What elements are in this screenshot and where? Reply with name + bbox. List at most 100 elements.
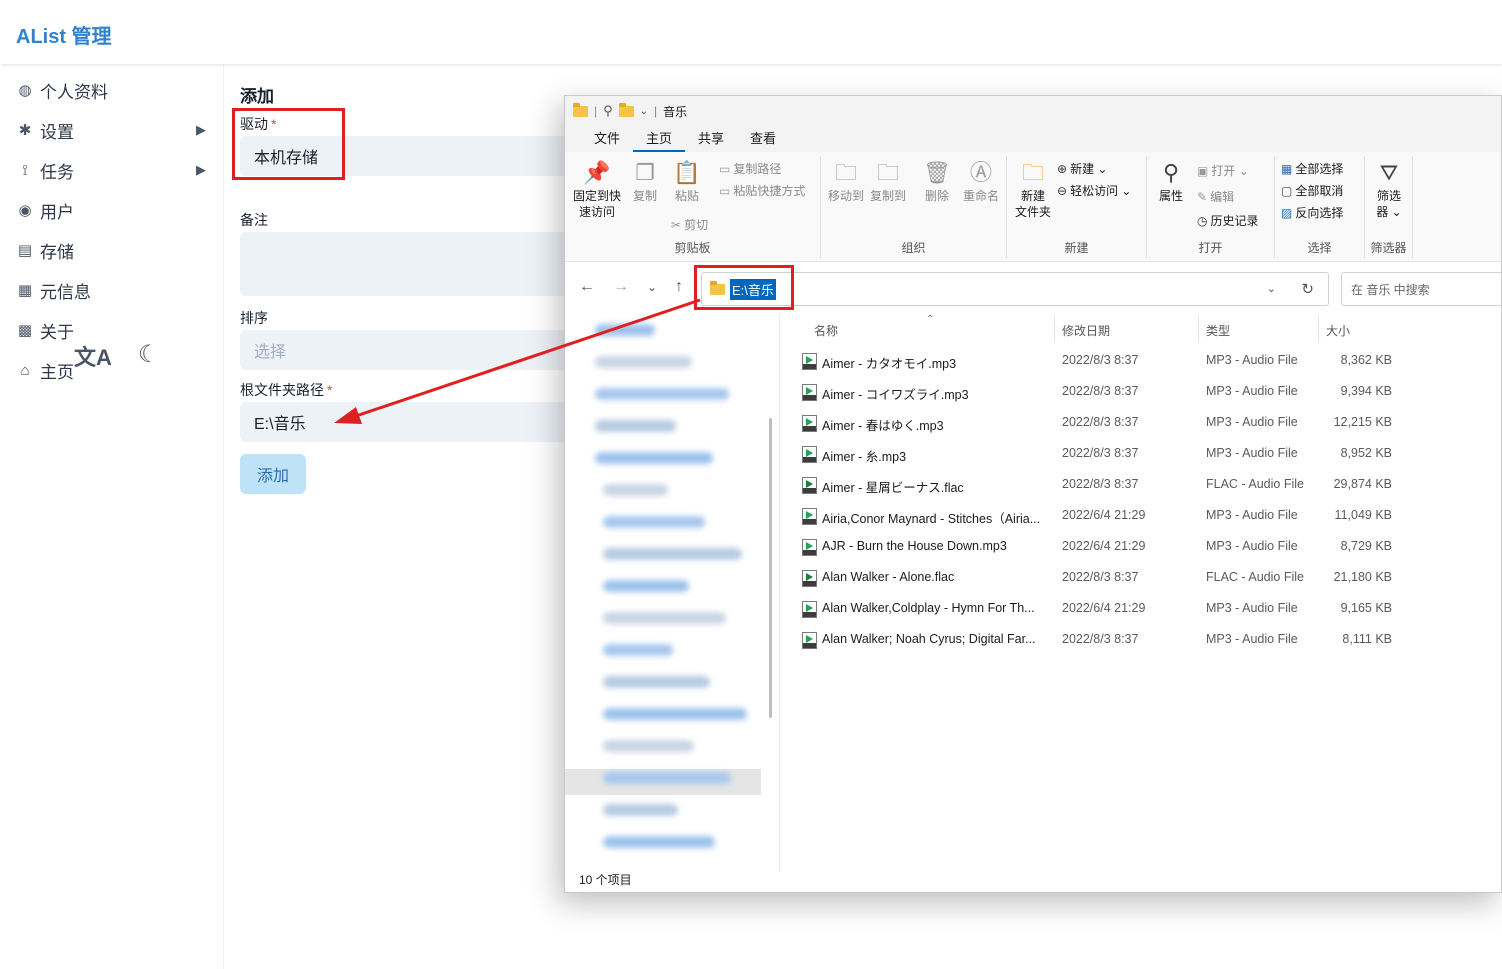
- navigation-item[interactable]: [595, 388, 729, 400]
- invert-selection-button[interactable]: ▨ 反向选择: [1281, 204, 1343, 221]
- ribbon-tab-2[interactable]: 共享: [685, 126, 737, 152]
- rename-icon: Ⓐ: [969, 160, 992, 185]
- expand-arrow-icon[interactable]: ▶: [196, 162, 206, 178]
- root-path-input[interactable]: E:\音乐: [240, 402, 580, 442]
- order-input[interactable]: 选择: [240, 330, 580, 370]
- column-date[interactable]: 修改日期: [1062, 322, 1110, 339]
- pin-quick-access-button[interactable]: 📌 固定到快 速访问: [571, 158, 623, 220]
- cut-button[interactable]: ✂ 剪切: [671, 216, 708, 233]
- navigation-item[interactable]: [603, 548, 742, 560]
- column-separator[interactable]: [1054, 316, 1055, 342]
- select-none-button[interactable]: ▢ 全部取消: [1281, 182, 1343, 199]
- column-separator[interactable]: [1318, 316, 1319, 342]
- navigation-item[interactable]: [595, 356, 692, 368]
- expand-arrow-icon[interactable]: ▶: [196, 122, 206, 138]
- delete-button[interactable]: 🗑 删除: [917, 158, 957, 204]
- annotation-box-driver: [232, 108, 345, 180]
- sidebar-item-gear[interactable]: ✱ 设置 ▶: [16, 115, 212, 145]
- navigation-item[interactable]: [595, 452, 713, 464]
- move-to-button[interactable]: 🗀 移动到: [825, 158, 867, 204]
- address-input[interactable]: E:\音乐 ⌄ ↻: [701, 272, 1329, 306]
- navigation-pane[interactable]: [565, 314, 773, 872]
- navigation-item[interactable]: [603, 516, 705, 528]
- back-icon[interactable]: ←: [579, 278, 595, 296]
- fingerprint-icon: ◍: [18, 82, 32, 99]
- properties-quick-icon[interactable]: ⚲: [603, 103, 613, 119]
- recent-locations-icon[interactable]: ⌄: [647, 280, 657, 294]
- file-row[interactable]: Aimer - カタオモイ.mp3 2022/8/3 8:37 MP3 - Audi…: [802, 350, 1502, 372]
- file-row[interactable]: Aimer - 星屑ビーナス.flac 2022/8/3 8:37 FLAC - A…: [802, 474, 1502, 496]
- address-dropdown-icon[interactable]: ⌄: [1267, 282, 1276, 295]
- file-row[interactable]: Aimer - コイワズライ.mp3 2022/8/3 8:37 MP3 - Aud…: [802, 381, 1502, 403]
- select-all-button[interactable]: ▦ 全部选择: [1281, 160, 1343, 177]
- open-button[interactable]: ▣ 打开 ⌄: [1197, 162, 1249, 179]
- file-date: 2022/6/4 21:29: [1062, 508, 1146, 522]
- paste-shortcut-button[interactable]: ▭ 粘贴快捷方式: [719, 182, 805, 199]
- copy-path-button[interactable]: ▭ 复制路径: [719, 160, 781, 177]
- search-input[interactable]: 在 音乐 中搜索: [1341, 272, 1502, 306]
- file-row[interactable]: AJR - Burn the House Down.mp3 2022/6/4 21…: [802, 536, 1502, 558]
- navigation-item[interactable]: [603, 772, 731, 784]
- translate-icon[interactable]: 文A: [74, 340, 112, 372]
- file-type: MP3 - Audio File: [1206, 415, 1298, 429]
- new-folder-button[interactable]: 🗀 新建 文件夹: [1011, 158, 1055, 220]
- mp3-file-icon: [802, 508, 817, 525]
- navigation-item[interactable]: [595, 324, 655, 336]
- sidebar-item-fingerprint[interactable]: ◍ 个人资料: [16, 75, 212, 105]
- add-button[interactable]: 添加: [240, 454, 306, 494]
- app-title[interactable]: AList 管理: [16, 20, 112, 49]
- mp3-file-icon: [802, 601, 817, 618]
- refresh-icon[interactable]: ↻: [1301, 280, 1314, 298]
- filter-button[interactable]: ⛛ 筛选 器 ⌄: [1367, 158, 1411, 220]
- sidebar-item-meta[interactable]: ▦ 元信息: [16, 275, 212, 305]
- file-row[interactable]: Alan Walker - Alone.flac 2022/8/3 8:37 FLA…: [802, 567, 1502, 589]
- easy-access-button[interactable]: ⊖ 轻松访问 ⌄: [1057, 182, 1131, 199]
- navigation-item[interactable]: [603, 612, 726, 624]
- new-folder-quick-icon[interactable]: [618, 102, 634, 117]
- ribbon-tab-3[interactable]: 查看: [737, 126, 789, 152]
- rename-button[interactable]: Ⓐ 重命名: [957, 158, 1005, 204]
- file-row[interactable]: Alan Walker,Coldplay - Hymn For Th... 202…: [802, 598, 1502, 620]
- properties-button[interactable]: ⚲ 属性: [1151, 158, 1191, 204]
- new-item-button[interactable]: ⊕ 新建 ⌄: [1057, 160, 1107, 177]
- navigation-item[interactable]: [603, 644, 673, 656]
- history-button[interactable]: ◷ 历史记录: [1197, 212, 1259, 229]
- ribbon-tab-1[interactable]: 主页: [633, 126, 686, 152]
- navigation-item[interactable]: [603, 580, 689, 592]
- quick-access-dropdown-icon[interactable]: ⌄: [640, 106, 648, 117]
- navigation-item[interactable]: [603, 740, 694, 752]
- remark-textarea[interactable]: [240, 232, 580, 296]
- file-name: Aimer - コイワズライ.mp3: [822, 388, 969, 402]
- sidebar-item-user[interactable]: ◉ 用户: [16, 195, 212, 225]
- delete-label: 删除: [924, 189, 949, 203]
- sidebar-item-tasks[interactable]: ⟟ 任务 ▶: [16, 155, 212, 185]
- dark-mode-icon[interactable]: ☾: [138, 340, 160, 372]
- navigation-item[interactable]: [603, 484, 668, 496]
- column-separator[interactable]: [1198, 316, 1199, 342]
- properties-label: 属性: [1158, 189, 1183, 203]
- sidebar-item-storage[interactable]: ▤ 存储: [16, 235, 212, 265]
- ribbon-tab-0[interactable]: 文件: [581, 126, 633, 152]
- file-row[interactable]: Aimer - 糸.mp3 2022/8/3 8:37 MP3 - Audio Fi…: [802, 443, 1502, 465]
- file-row[interactable]: Airia,Conor Maynard - Stitches（Airia... 2…: [802, 505, 1502, 527]
- copy-to-button[interactable]: 🗀 复制到: [867, 158, 909, 204]
- navigation-item[interactable]: [603, 676, 710, 688]
- column-size[interactable]: 大小: [1326, 322, 1350, 339]
- file-date: 2022/8/3 8:37: [1062, 632, 1139, 646]
- navigation-item[interactable]: [595, 420, 676, 432]
- copy-button[interactable]: ❐ 复制: [625, 158, 665, 204]
- forward-icon[interactable]: →: [613, 278, 629, 296]
- mp3-file-icon: [802, 415, 817, 432]
- navigation-item[interactable]: [603, 804, 678, 816]
- up-icon[interactable]: ↑: [675, 278, 683, 296]
- navigation-item[interactable]: [603, 836, 715, 848]
- paste-button[interactable]: 📋 粘贴: [667, 158, 707, 204]
- navigation-item[interactable]: [603, 708, 747, 720]
- column-type[interactable]: 类型: [1206, 322, 1230, 339]
- edit-button[interactable]: ✎ 编辑: [1197, 188, 1234, 205]
- column-name[interactable]: 名称: [814, 322, 838, 339]
- file-row[interactable]: Aimer - 春はゆく.mp3 2022/8/3 8:37 MP3 - Audio…: [802, 412, 1502, 434]
- file-row[interactable]: Alan Walker; Noah Cyrus; Digital Far... 2…: [802, 629, 1502, 651]
- navigation-scrollbar[interactable]: [769, 418, 772, 718]
- file-date: 2022/6/4 21:29: [1062, 539, 1146, 553]
